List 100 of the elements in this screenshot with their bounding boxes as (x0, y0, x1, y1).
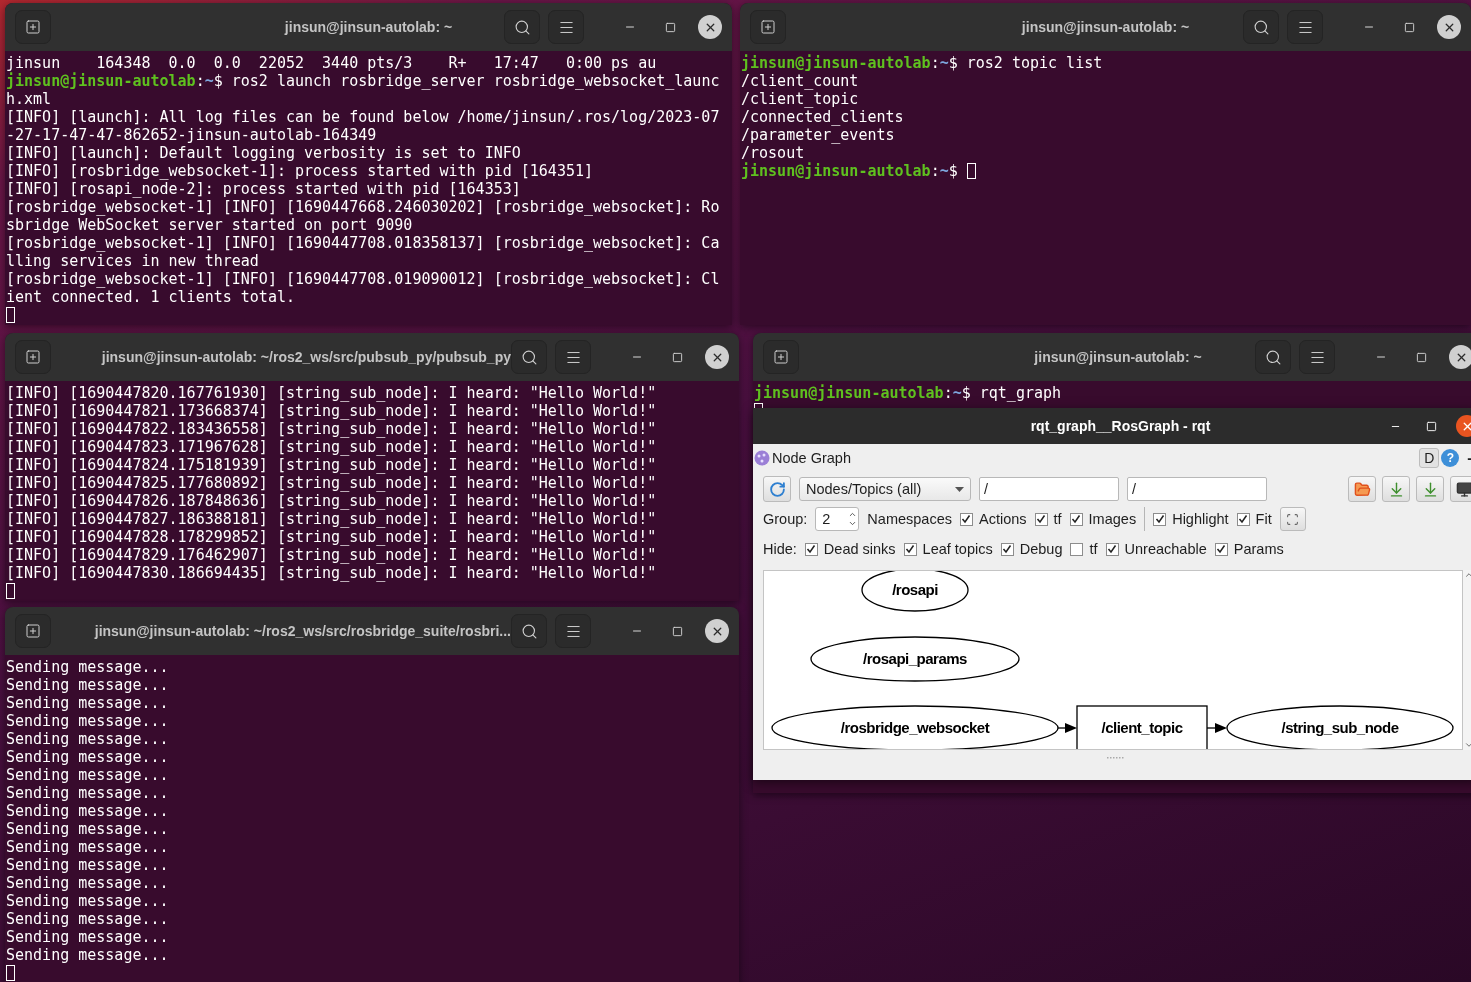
menu-button[interactable] (548, 10, 584, 44)
resize-grip[interactable] (1106, 756, 1125, 759)
output-line: Sending message... (6, 892, 169, 910)
menu-button[interactable] (1287, 10, 1323, 44)
checkbox[interactable] (1034, 512, 1048, 526)
output-line: Sending message... (6, 838, 169, 856)
caret-icon (955, 486, 964, 492)
checkbox[interactable] (804, 542, 818, 556)
close-button[interactable] (705, 619, 729, 643)
edge-arrow (1057, 723, 1077, 733)
prompt-line: jinsun@jinsun-autolab:~$ rqt_graph (754, 384, 1062, 402)
graph-type-dropdown[interactable]: Nodes/Topics (all) (799, 477, 971, 501)
search-button[interactable] (511, 614, 547, 648)
filter-field[interactable]: / (979, 477, 1119, 501)
output-line: [INFO] [1690447823.171967628] [string_sub_node]: I heard: "Hello World!" (6, 438, 657, 456)
prompt-line: jinsun@jinsun-autolab:~$ ros2 topic list (741, 54, 1103, 72)
output-line: /parameter_events (741, 126, 895, 144)
close-button[interactable] (1437, 15, 1461, 39)
spin-up-icon[interactable] (848, 510, 858, 519)
search-button[interactable] (1243, 10, 1279, 44)
prompt-line: jinsun@jinsun-autolab:~$ (741, 162, 959, 180)
text-cursor (6, 307, 15, 323)
search-icon (513, 18, 531, 36)
plus-square-icon (25, 623, 41, 639)
checkbox[interactable] (1070, 542, 1084, 556)
refresh-button[interactable] (763, 476, 791, 502)
checkbox-label: Unreachable (1124, 541, 1207, 557)
checkbox[interactable] (1069, 512, 1083, 526)
spin-down-icon[interactable] (848, 519, 858, 528)
namespaces-label: Namespaces (867, 511, 952, 527)
checkbox[interactable] (1236, 512, 1250, 526)
close-button[interactable] (698, 15, 722, 39)
fit-view-button[interactable] (1279, 507, 1306, 531)
checkbox[interactable] (1153, 512, 1167, 526)
new-tab-button[interactable] (15, 614, 51, 648)
output-line: Sending message... (6, 946, 169, 964)
output-line: [INFO] [1690447826.187848636] [string_sub_node]: I heard: "Hello World!" (6, 492, 657, 510)
output-line: Sending message... (6, 820, 169, 838)
maximize-icon (671, 625, 683, 637)
filter-field[interactable]: / (1127, 477, 1267, 501)
menu-button[interactable] (555, 340, 591, 374)
checkbox-label: Highlight (1172, 511, 1229, 527)
menu-button[interactable] (1299, 340, 1335, 374)
output-line: /connected_clients (741, 108, 904, 126)
checkbox-label: Images (1088, 511, 1137, 527)
graph-node: /string_sub_node (1226, 705, 1454, 749)
checkbox[interactable] (959, 512, 973, 526)
close-button[interactable] (1449, 345, 1471, 369)
close-button[interactable] (705, 345, 729, 369)
search-icon (520, 622, 538, 640)
scroll-down-icon[interactable] (1464, 740, 1471, 750)
window-title: jinsun@jinsun-autolab: ~ (1021, 19, 1190, 35)
checkbox[interactable] (1214, 542, 1228, 556)
scroll-up-icon[interactable] (1464, 570, 1471, 580)
output-line: -27-17-47-47-862652-jinsun-autolab-164349 (6, 126, 377, 144)
checkbox[interactable] (1000, 542, 1014, 556)
output-line: [INFO] [1690447827.186388181] [string_sub_node]: I heard: "Hello World!" (6, 510, 657, 528)
text-cursor (6, 965, 15, 981)
checkbox-label: Fit (1255, 511, 1272, 527)
output-line: Sending message... (6, 712, 169, 730)
output-line: Sending message... (6, 856, 169, 874)
checkbox-label: Dead sinks (823, 541, 896, 557)
output-line: [INFO] [launch]: All log files can be found below /home/jinsun/.ros/log/2023-07 (6, 108, 720, 126)
folder-icon (1353, 480, 1371, 498)
save-dot-button[interactable] (1382, 476, 1410, 502)
help-button[interactable]: D (1419, 448, 1440, 468)
output-line: Sending message... (6, 910, 169, 928)
new-tab-button[interactable] (763, 340, 799, 374)
output-line: [INFO] [1690447825.177680892] [string_sub_node]: I heard: "Hello World!" (6, 474, 657, 492)
new-tab-button[interactable] (15, 340, 51, 374)
checkbox-label: Leaf topics (922, 541, 993, 557)
output-line: Sending message... (6, 784, 169, 802)
plus-square-icon (760, 19, 776, 35)
save-svg-button[interactable] (1416, 476, 1444, 502)
checkbox-label: tf (1089, 541, 1098, 557)
search-button[interactable] (504, 10, 540, 44)
save-image-button[interactable] (1450, 476, 1471, 502)
checkbox[interactable] (1105, 542, 1119, 556)
new-tab-button[interactable] (15, 10, 51, 44)
output-line: [INFO] [1690447821.173668374] [string_sub_node]: I heard: "Hello World!" (6, 402, 657, 420)
new-tab-button[interactable] (750, 10, 786, 44)
output-line: Sending message... (6, 658, 169, 676)
output-line: h.xml (6, 90, 52, 108)
menu-button[interactable] (555, 614, 591, 648)
output-line: [rosbridge_websocket-1] [INFO] [1690447708.018358137] [rosbridge_websocket]: Ca (6, 234, 720, 252)
output-line: [rosbridge_websocket-1] [INFO] [1690447708.019090012] [rosbridge_websocket]: Cl (6, 270, 720, 288)
output-line: Sending message... (6, 766, 169, 784)
window-title: jinsun@jinsun-autolab: ~/ros2_ws/src/pubsub_py/pubsub_py (101, 349, 511, 365)
monitor-icon (1455, 480, 1471, 498)
graph-node: /rosapi (861, 571, 969, 612)
fit-icon (1286, 512, 1300, 526)
checkbox[interactable] (903, 542, 917, 556)
output-line: [INFO] [1690447830.186694435] [string_sub_node]: I heard: "Hello World!" (6, 564, 657, 582)
maximize-icon (664, 21, 676, 33)
close-plugin-button[interactable]: - (1461, 450, 1471, 466)
search-button[interactable] (511, 340, 547, 374)
search-icon (1264, 348, 1282, 366)
open-button[interactable] (1348, 476, 1376, 502)
search-button[interactable] (1255, 340, 1291, 374)
group-spinbox[interactable]: 2 (815, 507, 860, 531)
